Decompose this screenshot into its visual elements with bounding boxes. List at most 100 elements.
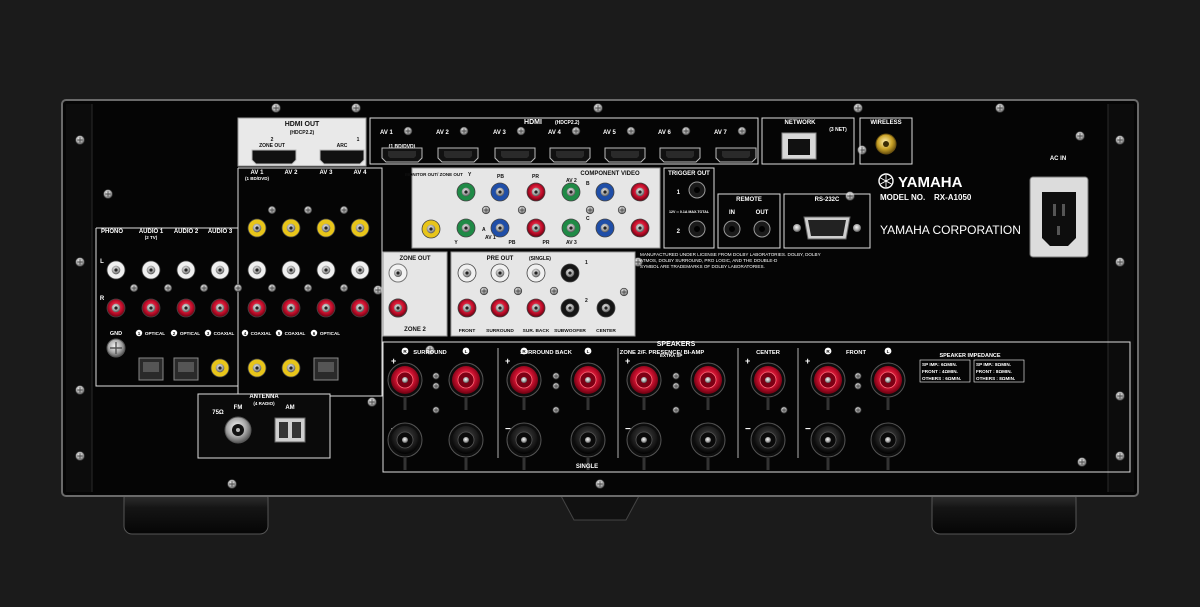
av2-audio-l-jack[interactable]: [281, 260, 301, 280]
screw: [75, 135, 85, 145]
pre-out-surround-l-jack[interactable]: [490, 263, 510, 283]
pre-out-label: PRE OUT: [487, 256, 514, 262]
pre-out-surback-l-jack[interactable]: [526, 263, 546, 283]
av1-audio-l-jack[interactable]: [247, 260, 267, 280]
network-port[interactable]: [781, 132, 817, 160]
audio-r-jack-2[interactable]: [141, 298, 161, 318]
av2-audio-r-jack[interactable]: [281, 298, 301, 318]
comp-av3-pr-jack[interactable]: [630, 218, 650, 238]
network-label: NETWORK: [785, 120, 817, 126]
remote-out-jack[interactable]: [753, 220, 771, 238]
audio1-note: (2 TV): [145, 235, 158, 240]
screw: [854, 382, 862, 390]
impedance-col1-front: FRONT : 4ΩMIN.: [922, 369, 958, 374]
hdmi-input-port-6[interactable]: [659, 147, 701, 163]
comp-av1-pr-jack-top[interactable]: [526, 182, 546, 202]
component-video-section: COMPONENT VIDEO MONITOR OUT/ ZONE OUT Y …: [405, 167, 661, 249]
screw: [672, 382, 680, 390]
audio-r-jack-1[interactable]: [106, 298, 126, 318]
screw: [854, 372, 862, 380]
av3-audio-l-jack[interactable]: [316, 260, 336, 280]
speaker-plus-5: +: [805, 356, 810, 366]
pre-out-center-jack[interactable]: [596, 298, 616, 318]
av3-video-jack[interactable]: [316, 218, 336, 238]
audio-left-marker: L: [100, 259, 104, 265]
coaxial-input-jack-3[interactable]: [210, 358, 230, 378]
coaxial-input-jack-5[interactable]: [281, 358, 301, 378]
comp-av1-pb-jack[interactable]: [490, 218, 510, 238]
pre-out-label-4: SUBWOOFER: [554, 328, 586, 334]
audio-l-jack-1[interactable]: [106, 260, 126, 280]
impedance-col1-others: OTHERS : 6ΩMIN.: [922, 376, 961, 381]
audio2-label: AUDIO 2: [174, 229, 199, 235]
hdmi-out-arc-port[interactable]: [319, 149, 365, 165]
comp-av2-y-jack[interactable]: [561, 182, 581, 202]
hdmi-out-zone-port[interactable]: [251, 149, 297, 165]
model-number: RX-A1050: [934, 193, 972, 202]
hdmi-input-port-1[interactable]: [381, 147, 423, 163]
comp-av2-pr-jack[interactable]: [630, 182, 650, 202]
av2-video-jack[interactable]: [281, 218, 301, 238]
zone2-red-jack[interactable]: [388, 298, 408, 318]
comp-av1-y-jack[interactable]: [456, 218, 476, 238]
comp-av1-pb-jack-top[interactable]: [490, 182, 510, 202]
wireless-antenna-jack[interactable]: [875, 133, 897, 155]
speakers-single-label: SINGLE: [576, 464, 598, 470]
ac-in-socket[interactable]: [1029, 176, 1089, 258]
trigger-jack-1[interactable]: [688, 181, 706, 199]
comp-pb-bottom: PB: [509, 240, 516, 246]
remote-in-jack[interactable]: [723, 220, 741, 238]
hdmi-input-port-7[interactable]: [715, 147, 757, 163]
pre-out-front-l-jack[interactable]: [457, 263, 477, 283]
pre-out-surback-r-jack[interactable]: [526, 298, 546, 318]
fm-antenna-jack[interactable]: [224, 416, 252, 444]
screw: [780, 406, 788, 414]
zone2-white-jack[interactable]: [388, 263, 408, 283]
hdmi-input-port-4[interactable]: [549, 147, 591, 163]
digital-input-num-6: 6: [313, 331, 316, 336]
hdmi-title: HDMI: [524, 119, 542, 126]
wireless-label: WIRELESS: [870, 120, 901, 126]
screw: [854, 406, 862, 414]
av1-audio-r-jack[interactable]: [247, 298, 267, 318]
hdmi-input-port-5[interactable]: [604, 147, 646, 163]
comp-av2-pb-jack[interactable]: [595, 182, 615, 202]
comp-av1-pr-jack[interactable]: [526, 218, 546, 238]
impedance-col1-head: SP IMP.: 6ΩMIN.: [922, 362, 957, 367]
audio-l-jack-2[interactable]: [141, 260, 161, 280]
gnd-terminal[interactable]: [106, 338, 126, 358]
audio-r-jack-3[interactable]: [176, 298, 196, 318]
comp-av1-y-jack-top[interactable]: [456, 182, 476, 202]
hdmi-input-port-3[interactable]: [494, 147, 536, 163]
pre-out-subwoofer-1-jack[interactable]: [560, 263, 580, 283]
optical-input-jack-2[interactable]: [173, 357, 199, 381]
am-antenna-terminal[interactable]: [274, 417, 306, 443]
pre-out-surround-r-jack[interactable]: [490, 298, 510, 318]
av4-video-jack[interactable]: [350, 218, 370, 238]
audio-r-jack-4[interactable]: [210, 298, 230, 318]
optical-input-jack-1[interactable]: [138, 357, 164, 381]
screw: [1075, 131, 1085, 141]
speaker-right-badge-2: R: [520, 347, 528, 355]
speaker-left-marker-5: L: [887, 349, 890, 354]
optical-input-jack-6[interactable]: [313, 357, 339, 381]
pre-out-subwoofer-2-jack[interactable]: [560, 298, 580, 318]
gnd-label: GND: [110, 331, 122, 337]
av1-video-jack[interactable]: [247, 218, 267, 238]
av4-audio-l-jack[interactable]: [350, 260, 370, 280]
audio-l-jack-3[interactable]: [176, 260, 196, 280]
screw: [459, 126, 469, 136]
comp-av3-pb-jack[interactable]: [595, 218, 615, 238]
digital-input-type-5: COAXIAL: [285, 331, 306, 336]
coaxial-input-jack-4[interactable]: [247, 358, 267, 378]
av4-audio-r-jack[interactable]: [350, 298, 370, 318]
pre-out-front-r-jack[interactable]: [457, 298, 477, 318]
hdmi-input-port-2[interactable]: [437, 147, 479, 163]
comp-av3-y-jack[interactable]: [561, 218, 581, 238]
screw: [619, 287, 629, 297]
audio-l-jack-4[interactable]: [210, 260, 230, 280]
screw: [373, 285, 383, 295]
monitor-out-video-jack[interactable]: [421, 219, 441, 239]
av3-audio-r-jack[interactable]: [316, 298, 336, 318]
trigger-jack-2[interactable]: [688, 220, 706, 238]
